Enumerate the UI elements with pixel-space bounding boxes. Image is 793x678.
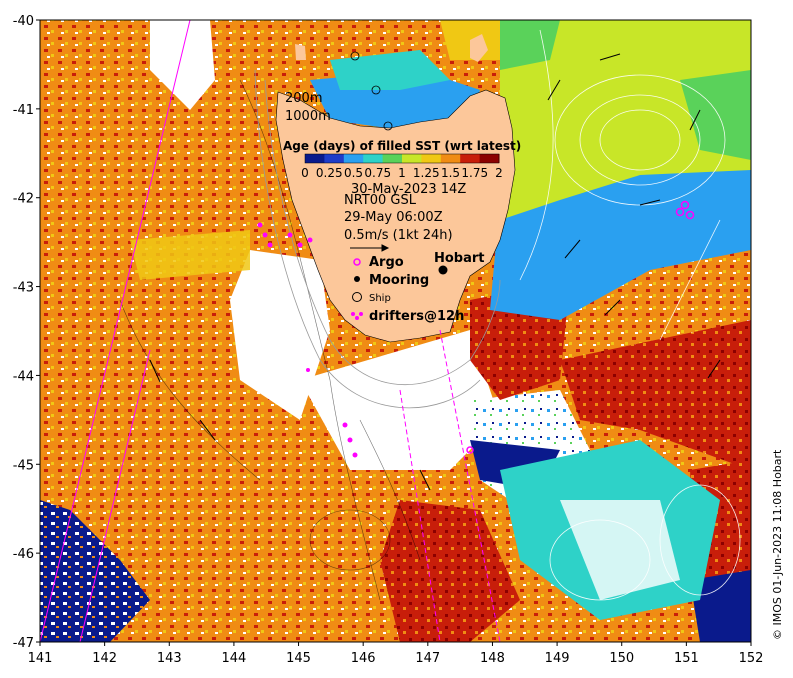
colorbar-tick-label: 1 [398,166,406,180]
colorbar-title: Age (days) of filled SST (wrt latest) [283,139,521,153]
colorbar-swatch [440,154,461,163]
contour-label-200: 200m [285,91,322,106]
colorbar-tick-label: 1.75 [461,166,488,180]
colorbar-tick-label: 0.25 [316,166,343,180]
lat-tick-label: -40 [13,14,34,29]
hobart-marker [438,265,448,275]
lon-tick-label: 148 [480,651,505,666]
colorbar-swatch [382,154,403,163]
colorbar-swatch [421,154,442,163]
colorbar-swatch [305,154,325,163]
lon-tick-label: 149 [545,651,570,666]
colorbar-tick-label: 0.5 [344,166,363,180]
lon-tick-label: 141 [28,651,53,666]
sst-age-map: 141 142 143 144 145 146 147 148 149 150 151 152 -40… [13,14,784,666]
colorbar-swatch [363,154,384,163]
ship-legend-label: Ship [369,293,391,304]
colorbar-tick-label: 2 [495,166,503,180]
lat-tick-label: -41 [13,103,34,118]
king-island [295,44,306,60]
current-timestamp: 29-May 06:00Z [344,210,443,225]
drifters-legend-label: drifters@12h [369,309,464,324]
lon-tick-label: 143 [157,651,182,666]
colorbar-swatch [343,154,364,163]
colorbar-tick-label: 0 [301,166,309,180]
lon-tick-label: 142 [92,651,117,666]
vector-scale-label: 0.5m/s (1kt 24h) [344,228,453,243]
colorbar-swatch [402,154,422,163]
lon-tick-label: 146 [351,651,376,666]
lat-tick-label: -47 [13,636,34,651]
lon-tick-label: 151 [674,651,699,666]
lon-tick-label: 144 [221,651,246,666]
lat-tick-label: -46 [13,547,34,562]
lat-tick-label: -42 [13,192,34,207]
current-source: NRT00 GSL [344,193,417,208]
lon-tick-label: 150 [609,651,634,666]
lon-tick-label: 152 [739,651,764,666]
colorbar-tick-label: 1.25 [413,166,440,180]
colorbar-tick-label: 0.75 [364,166,391,180]
copyright-text: © IMOS 01-Jun-2023 11:08 Hobart [771,449,784,640]
lon-axis: 141 142 143 144 145 146 147 148 149 150 151 152 [28,642,764,666]
colorbar-swatch [324,154,345,163]
colorbar [304,153,500,164]
argo-legend-label: Argo [369,255,404,270]
colorbar-tick-label: 1.5 [441,166,460,180]
mooring-legend-label: Mooring [369,273,429,288]
colorbar-ticks: 0 0.25 0.5 0.75 1 1.25 1.5 1.75 2 [301,166,503,180]
lat-axis: -40 -41 -42 -43 -44 -45 -46 -47 [13,14,40,651]
colorbar-swatch [460,154,481,163]
lon-tick-label: 145 [286,651,311,666]
lat-tick-label: -45 [13,458,34,473]
sst-field [40,20,751,642]
lon-tick-label: 147 [415,651,440,666]
lat-tick-label: -43 [13,281,34,296]
colorbar-swatch [479,154,500,163]
lat-tick-label: -44 [13,369,34,384]
contour-label-1000: 1000m [285,109,331,124]
mooring-legend-icon [354,276,360,282]
hobart-label: Hobart [434,251,485,266]
